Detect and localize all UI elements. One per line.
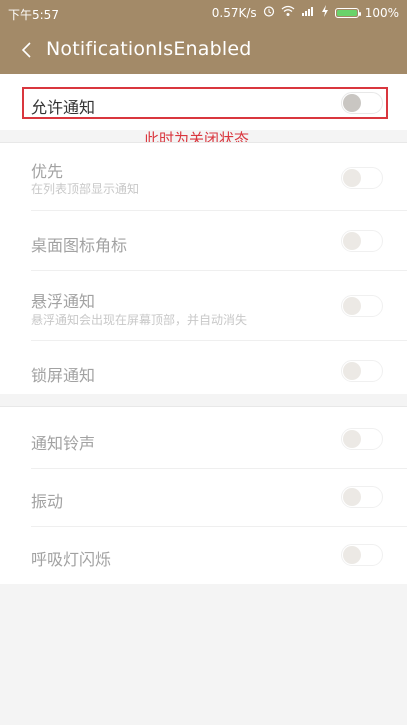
list-item-badge[interactable]: 桌面图标角标 (0, 210, 407, 272)
battery-text: 100% (364, 5, 399, 20)
chevron-left-icon (21, 42, 31, 58)
ringtone-switch[interactable] (341, 428, 383, 450)
status-time: 下午5:57 (8, 8, 59, 22)
floating-switch[interactable] (341, 295, 383, 317)
back-button[interactable] (16, 36, 36, 64)
status-right: 0.57K/s 100% (212, 5, 399, 20)
list-item-floating[interactable]: 悬浮通知 悬浮通知会出现在屏幕顶部，并自动消失 (0, 272, 407, 342)
list-item-label: 悬浮通知 (31, 292, 96, 311)
list-item-vibrate[interactable]: 振动 (0, 468, 407, 526)
lockscreen-switch[interactable] (341, 360, 383, 382)
battery-icon (334, 7, 361, 18)
vibrate-switch[interactable] (341, 486, 383, 508)
page-title: NotificationIsEnabled (46, 38, 252, 60)
list-item-label: 振动 (31, 492, 64, 511)
list-item-priority[interactable]: 优先 在列表顶部显示通知 (0, 142, 407, 216)
list-item-lockscreen[interactable]: 锁屏通知 (0, 340, 407, 400)
net-speed: 0.57K/s (211, 5, 257, 20)
list-item-subtitle: 在列表顶部显示通知 (31, 182, 140, 196)
list-item-label: 优先 (31, 162, 64, 181)
signal-icon (301, 5, 315, 20)
charging-icon (321, 5, 329, 20)
app-bar: NotificationIsEnabled (0, 26, 407, 74)
list-item-breathing-light[interactable]: 呼吸灯闪烁 (0, 526, 407, 584)
alarm-icon (263, 5, 275, 20)
breathing-light-switch[interactable] (341, 544, 383, 566)
badge-switch[interactable] (341, 230, 383, 252)
list-item-ringtone[interactable]: 通知铃声 (0, 408, 407, 468)
list-item-label: 锁屏通知 (31, 366, 96, 385)
list-item-subtitle: 悬浮通知会出现在屏幕顶部，并自动消失 (31, 313, 248, 327)
highlight-box (22, 87, 388, 119)
list-item-label: 通知铃声 (31, 434, 96, 453)
status-bar: 下午5:57 0.57K/s 100% (0, 0, 407, 26)
list-item-label: 桌面图标角标 (31, 236, 128, 255)
priority-switch[interactable] (341, 167, 383, 189)
list-item-label: 呼吸灯闪烁 (31, 550, 112, 569)
wifi-icon (281, 5, 295, 20)
